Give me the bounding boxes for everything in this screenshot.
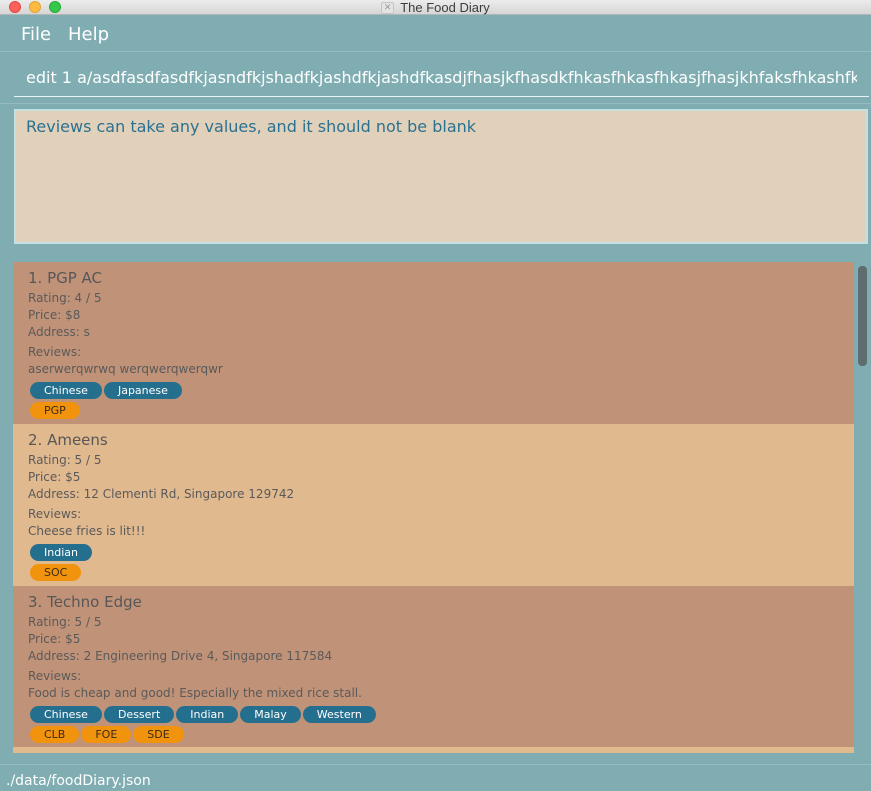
- location-tag: SOC: [30, 564, 82, 581]
- entry-card[interactable]: 1. PGP AC Rating: 4 / 5 Price: $8 Addres…: [13, 262, 854, 424]
- location-tag: CLB: [30, 726, 80, 743]
- entry-title: 2. Ameens: [28, 431, 108, 449]
- entry-reviews-label: Reviews:: [28, 507, 82, 521]
- result-message: Reviews can take any values, and it shou…: [26, 117, 477, 136]
- entry-rating: Rating: 5 / 5: [28, 453, 102, 467]
- location-tags: SOC: [28, 564, 839, 582]
- window-title: The Food Diary: [400, 0, 490, 15]
- entry-list[interactable]: 1. PGP AC Rating: 4 / 5 Price: $8 Addres…: [13, 262, 854, 755]
- entry-rating: Rating: 5 / 5: [28, 615, 102, 629]
- location-tag: PGP: [30, 402, 80, 419]
- entry-list-panel: 1. PGP AC Rating: 4 / 5 Price: $8 Addres…: [0, 253, 871, 764]
- result-display-area: Reviews can take any values, and it shou…: [0, 103, 871, 250]
- category-tags: Chinese Japanese: [28, 382, 839, 400]
- entry-reviews-label: Reviews:: [28, 669, 82, 683]
- status-bar: ./data/foodDiary.json: [0, 764, 871, 791]
- category-tag: Indian: [176, 706, 239, 723]
- window-title-group: ✕ The Food Diary: [0, 0, 871, 15]
- location-tags: CLB FOE SDE: [28, 726, 839, 744]
- result-display: Reviews can take any values, and it shou…: [14, 109, 868, 244]
- entry-card[interactable]: 2. Ameens Rating: 5 / 5 Price: $5 Addres…: [13, 424, 854, 586]
- entry-price: Price: $8: [28, 308, 81, 322]
- menu-help[interactable]: Help: [68, 24, 109, 45]
- next-entry-edge: [13, 747, 854, 753]
- category-tags: Chinese Dessert Indian Malay Western: [28, 706, 839, 724]
- entry-rating: Rating: 4 / 5: [28, 291, 102, 305]
- category-tag: Chinese: [30, 706, 102, 723]
- entry-card[interactable]: 3. Techno Edge Rating: 5 / 5 Price: $5 A…: [13, 586, 854, 748]
- data-file-path: ./data/foodDiary.json: [6, 773, 151, 789]
- category-tag: Chinese: [30, 382, 102, 399]
- app-icon: ✕: [381, 1, 395, 14]
- entry-address: Address: s: [28, 325, 90, 339]
- list-scrollbar-thumb[interactable]: [858, 266, 867, 366]
- entry-reviews-label: Reviews:: [28, 345, 82, 359]
- location-tag: SDE: [133, 726, 184, 743]
- command-input[interactable]: [14, 58, 869, 97]
- command-box-area: [0, 51, 871, 103]
- entry-price: Price: $5: [28, 632, 81, 646]
- location-tags: PGP: [28, 402, 839, 420]
- entry-title: 3. Techno Edge: [28, 593, 142, 611]
- category-tag: Dessert: [103, 706, 175, 723]
- category-tags: Indian: [28, 544, 839, 562]
- category-tag: Japanese: [103, 382, 182, 399]
- entry-review: aserwerqwrwq werqwerqwerqwr: [28, 362, 223, 376]
- category-tag: Malay: [240, 706, 301, 723]
- category-tag: Indian: [30, 544, 92, 561]
- menu-bar: File Help: [0, 16, 871, 51]
- entry-address: Address: 12 Clementi Rd, Singapore 12974…: [28, 487, 295, 501]
- location-tag: FOE: [81, 726, 132, 743]
- entry-price: Price: $5: [28, 470, 81, 484]
- entry-review: Cheese fries is lit!!!: [28, 524, 146, 538]
- entry-title: 1. PGP AC: [28, 269, 103, 287]
- category-tag: Western: [302, 706, 376, 723]
- entry-review: Food is cheap and good! Especially the m…: [28, 686, 362, 700]
- window-titlebar: ✕ The Food Diary: [0, 0, 871, 15]
- menu-file[interactable]: File: [21, 24, 51, 45]
- entry-address: Address: 2 Engineering Drive 4, Singapor…: [28, 649, 333, 663]
